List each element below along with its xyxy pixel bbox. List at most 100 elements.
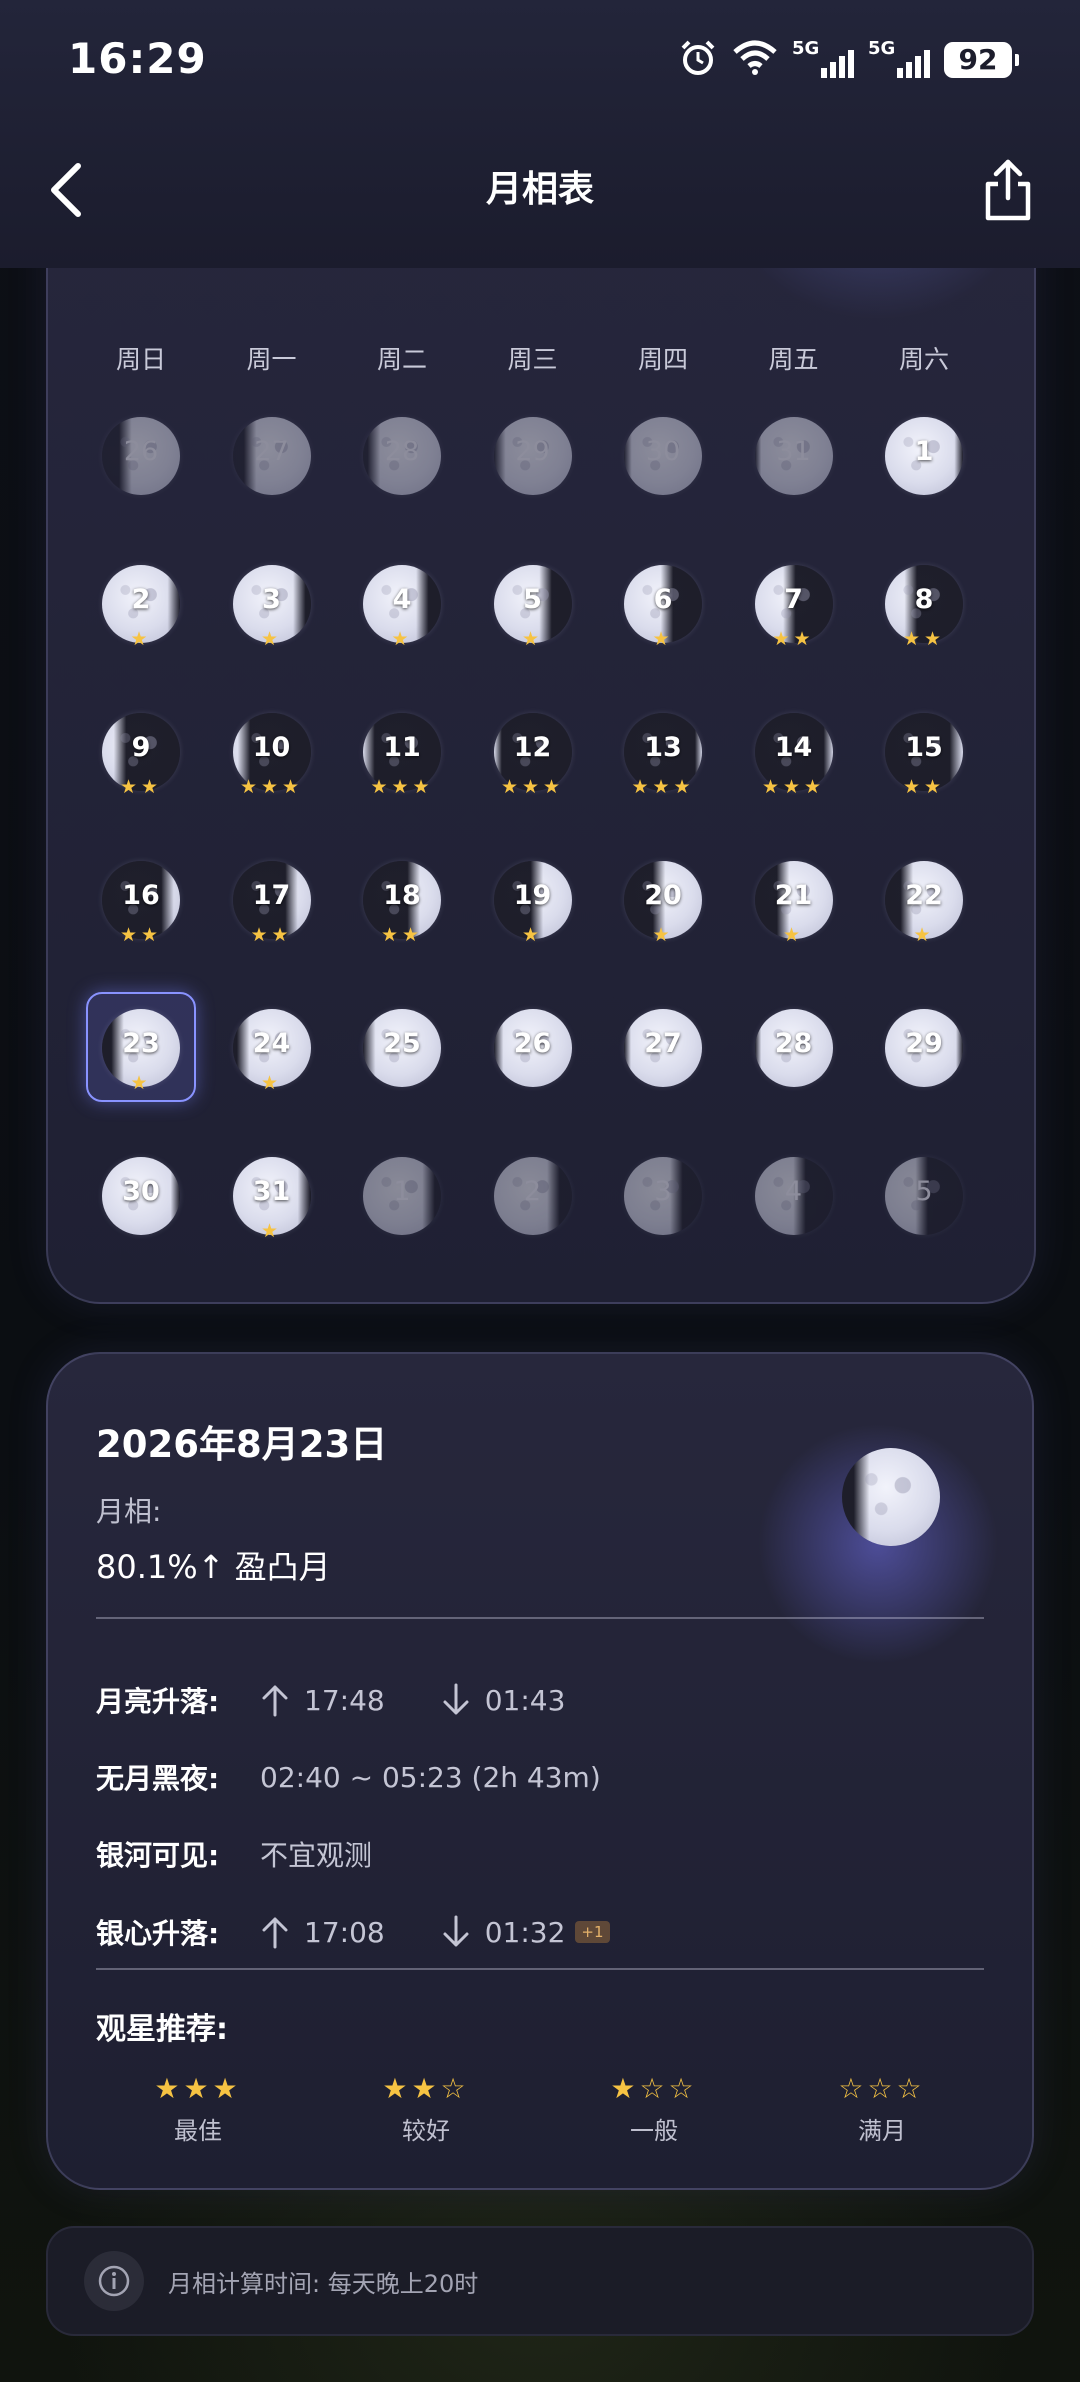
day-number: 5 bbox=[523, 584, 542, 615]
calendar-day[interactable]: 15 ★★ bbox=[871, 698, 977, 804]
calendar-day[interactable]: 19 ★ bbox=[480, 846, 586, 952]
battery-icon: 92 bbox=[944, 42, 1019, 78]
calendar-day[interactable]: 31 ★ bbox=[219, 1142, 325, 1248]
legend-item: ★★☆ 较好 bbox=[356, 2072, 496, 2146]
calendar-day[interactable]: 27 bbox=[610, 994, 716, 1100]
calendar-day[interactable]: 30 bbox=[88, 1142, 194, 1248]
core-rise-time: 17:08 bbox=[304, 1915, 385, 1949]
dark-night-row: 无月黑夜: 02:40 ~ 05:23 (2h 43m) bbox=[96, 1757, 601, 1797]
galactic-core-row: 银心升落: 17:08 01:32 +1 bbox=[96, 1912, 610, 1952]
alarm-icon bbox=[678, 38, 718, 82]
calendar-day[interactable]: 11 ★★★ bbox=[349, 698, 455, 804]
calendar-day[interactable]: 9 ★★ bbox=[88, 698, 194, 804]
star-rating: ★★ bbox=[380, 924, 424, 946]
calendar-day[interactable]: 16 ★★ bbox=[88, 846, 194, 952]
star-rating: ★ bbox=[130, 628, 152, 650]
calendar-day[interactable]: 13 ★★★ bbox=[610, 698, 716, 804]
info-icon bbox=[84, 2251, 144, 2311]
calendar-day[interactable]: 12 ★★★ bbox=[480, 698, 586, 804]
day-number: 1 bbox=[914, 436, 934, 467]
legend-label: 较好 bbox=[402, 2117, 450, 2145]
calendar-day[interactable]: 2 bbox=[480, 1142, 586, 1248]
moonset-time: 01:43 bbox=[484, 1683, 566, 1717]
calendar-day[interactable]: 4 bbox=[741, 1142, 847, 1248]
star-rating: ★★★ bbox=[239, 776, 304, 798]
calendar-day[interactable]: 2 ★ bbox=[88, 550, 194, 656]
star-rating: ★★☆ bbox=[382, 2072, 470, 2105]
calendar-day[interactable]: 7 ★★ bbox=[741, 550, 847, 656]
milky-way-value: 不宜观测 bbox=[260, 1839, 373, 1872]
calendar-day[interactable]: 8 ★★ bbox=[871, 550, 977, 656]
calendar-day[interactable]: 6 ★ bbox=[610, 550, 716, 656]
day-number: 18 bbox=[383, 880, 421, 911]
wifi-icon bbox=[732, 40, 778, 80]
calendar-day[interactable]: 29 bbox=[480, 402, 586, 508]
star-rating: ★★★ bbox=[631, 776, 695, 798]
day-number: 10 bbox=[252, 732, 291, 763]
signal-icon: 5G bbox=[792, 38, 854, 80]
legend-label: 满月 bbox=[858, 2117, 906, 2145]
star-rating: ★★★ bbox=[500, 776, 565, 798]
calendar-day[interactable]: 17 ★★ bbox=[219, 846, 325, 952]
day-number: 4 bbox=[392, 584, 412, 615]
phase-value: 80.1%↑ 盈凸月 bbox=[96, 1548, 331, 1586]
legend-item: ★★★ 最佳 bbox=[128, 2072, 268, 2146]
day-number: 4 bbox=[784, 1176, 803, 1207]
calendar-day[interactable]: 14 ★★★ bbox=[741, 698, 847, 804]
recommendation-title: 观星推荐: bbox=[96, 2012, 228, 2047]
calendar-day[interactable]: 3 ★ bbox=[219, 550, 325, 656]
day-number: 23 bbox=[122, 1028, 160, 1059]
star-rating: ★★ bbox=[902, 776, 946, 798]
day-number: 5 bbox=[915, 1176, 933, 1207]
day-number: 30 bbox=[645, 436, 681, 467]
calendar-day[interactable]: 5 bbox=[871, 1142, 977, 1248]
moon-calendar: 周日 周一 周二 周三 周四 周五 周六 26 27 28 29 30 31 1 2 ★ 3 ★ 4 ★ 5 ★ 6 ★ 7 ★… bbox=[46, 200, 1036, 1304]
calendar-day[interactable]: 24 ★ bbox=[219, 994, 325, 1100]
divider bbox=[96, 1617, 984, 1619]
calendar-day[interactable]: 26 bbox=[88, 402, 194, 508]
calendar-day[interactable]: 10 ★★★ bbox=[219, 698, 325, 804]
day-number: 17 bbox=[252, 880, 291, 911]
calendar-day[interactable]: 1 bbox=[349, 1142, 455, 1248]
arrow-down-icon bbox=[443, 1683, 469, 1715]
calendar-day[interactable]: 28 bbox=[349, 402, 455, 508]
calendar-day[interactable]: 3 bbox=[610, 1142, 716, 1248]
day-number: 24 bbox=[252, 1028, 291, 1059]
milky-way-row: 银河可见: 不宜观测 bbox=[96, 1834, 372, 1874]
weekday-label: 周六 bbox=[898, 345, 949, 374]
selected-date: 2026年8月23日 bbox=[96, 1423, 388, 1466]
calendar-day[interactable]: 18 ★★ bbox=[349, 846, 455, 952]
star-rating: ☆☆☆ bbox=[838, 2072, 926, 2105]
calendar-day[interactable]: 4 ★ bbox=[349, 550, 455, 656]
calendar-day[interactable]: 30 bbox=[610, 402, 716, 508]
divider bbox=[96, 1968, 984, 1970]
note-text: 月相计算时间: 每天晚上20时 bbox=[168, 2270, 479, 2298]
day-number: 29 bbox=[905, 1028, 943, 1059]
legend-item: ☆☆☆ 满月 bbox=[812, 2072, 952, 2146]
day-number: 27 bbox=[254, 436, 289, 467]
calendar-day[interactable]: 5 ★ bbox=[480, 550, 586, 656]
calendar-day[interactable]: 20 ★ bbox=[610, 846, 716, 952]
status-time: 16:29 bbox=[68, 34, 207, 83]
calculation-note: 月相计算时间: 每天晚上20时 bbox=[46, 2226, 1034, 2336]
calendar-day[interactable]: 29 bbox=[871, 994, 977, 1100]
share-button[interactable] bbox=[972, 152, 1044, 228]
star-rating: ★☆☆ bbox=[610, 2072, 698, 2105]
calendar-day[interactable]: 25 bbox=[349, 994, 455, 1100]
day-number: 1 bbox=[393, 1176, 411, 1207]
arrow-up-icon bbox=[262, 1685, 288, 1717]
calendar-day[interactable]: 22 ★ bbox=[871, 846, 977, 952]
calendar-day-selected[interactable]: 23 ★ bbox=[86, 992, 196, 1102]
moonrise-time: 17:48 bbox=[304, 1683, 385, 1717]
calendar-day[interactable]: 31 bbox=[741, 402, 847, 508]
moonrise-row: 月亮升落: 17:48 01:43 bbox=[96, 1680, 565, 1720]
calendar-day[interactable]: 21 ★ bbox=[741, 846, 847, 952]
calendar-day[interactable]: 28 bbox=[741, 994, 847, 1100]
day-number: 9 bbox=[131, 732, 151, 763]
weekday-label: 周一 bbox=[246, 345, 297, 374]
calendar-day[interactable]: 27 bbox=[219, 402, 325, 508]
weekday-label: 周二 bbox=[376, 345, 427, 374]
calendar-day[interactable]: 26 bbox=[480, 994, 586, 1100]
calendar-day[interactable]: 1 bbox=[871, 402, 977, 508]
star-rating: ★ bbox=[260, 628, 283, 650]
